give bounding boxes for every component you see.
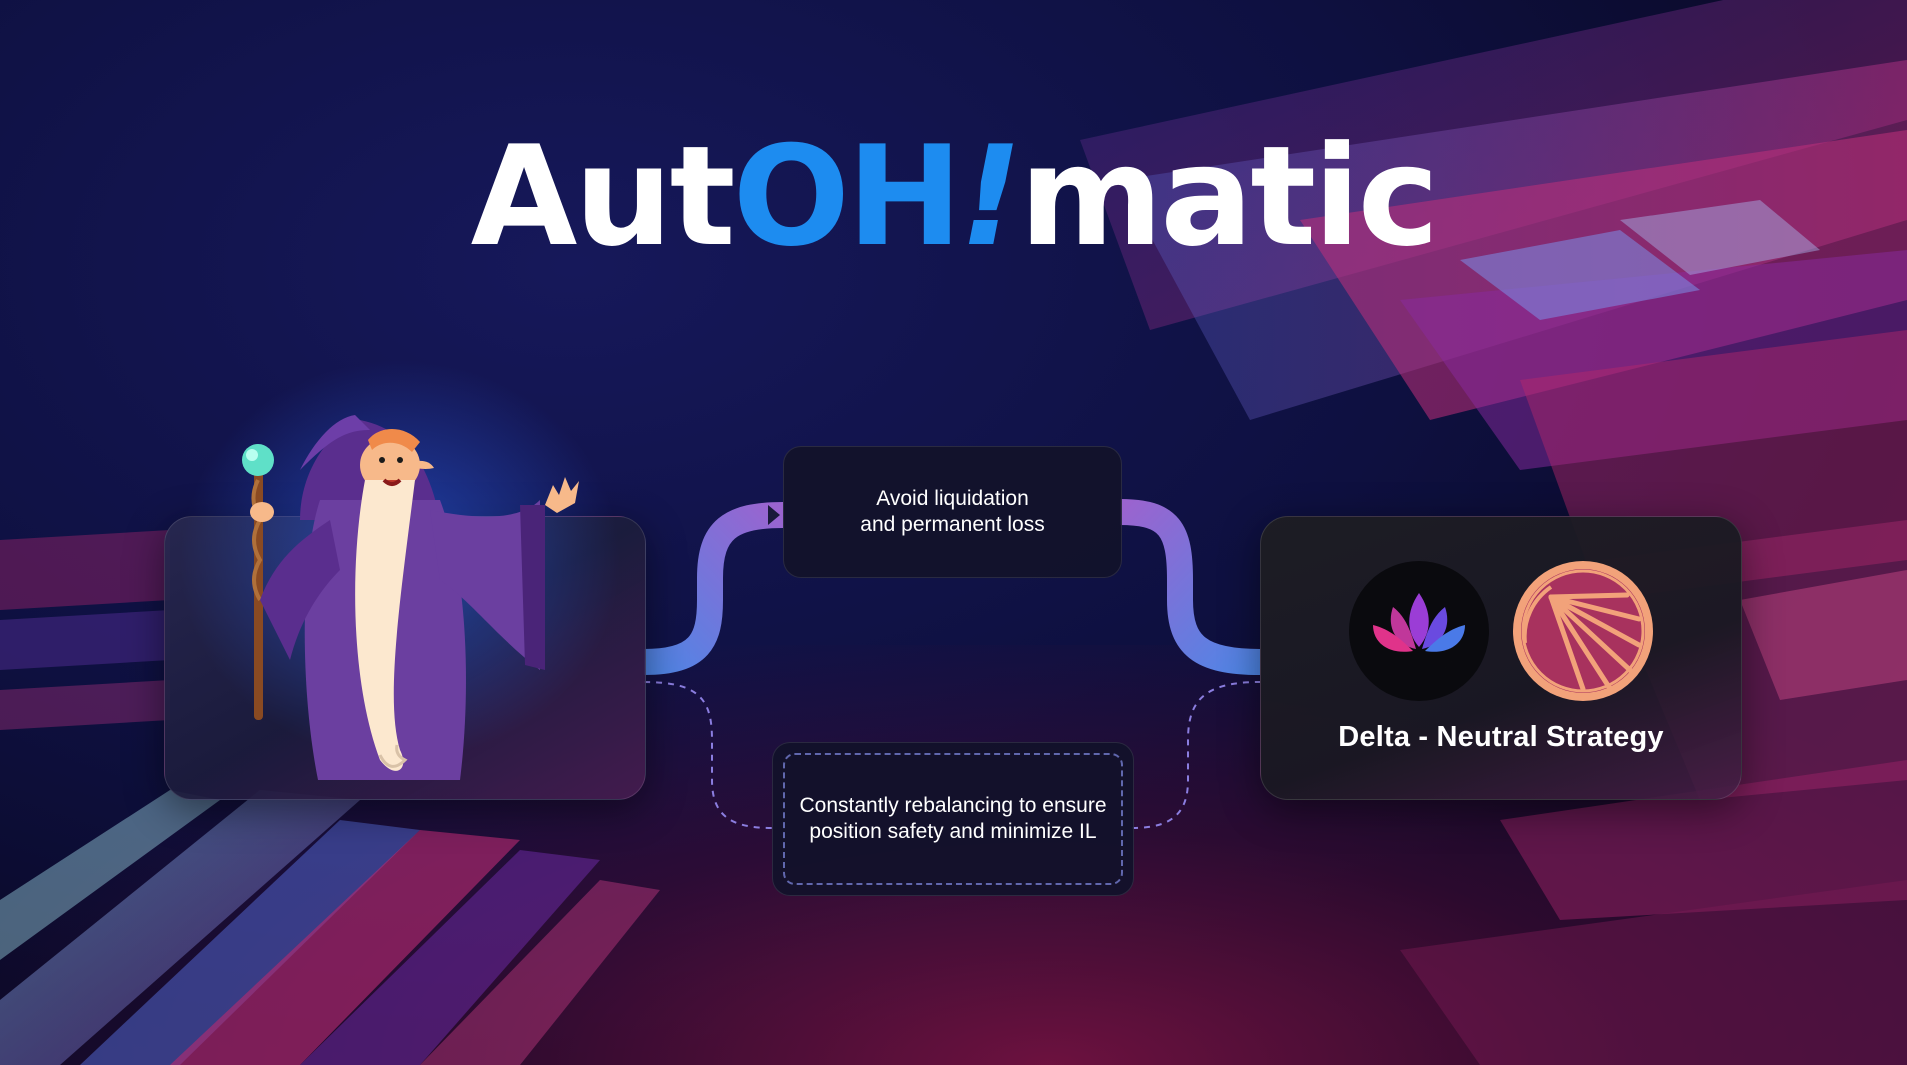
strategy-card: Delta - Neutral Strategy	[1260, 516, 1742, 800]
liquidation-text-line-1: Avoid liquidation	[876, 487, 1029, 510]
rebalancing-info-box: Constantly rebalancing to ensure positio…	[772, 742, 1134, 896]
liquidation-text-line-2: and permanent loss	[860, 513, 1045, 536]
liquidation-info-box: Avoid liquidation and permanent loss	[783, 446, 1122, 578]
strategy-label: Delta - Neutral Strategy	[1338, 721, 1664, 753]
rebalancing-text-line-1: Constantly rebalancing to ensure	[799, 794, 1107, 817]
rebalancing-text-line-2: position safety and minimize IL	[809, 820, 1097, 843]
lotus-moon-logo-icon	[1349, 561, 1489, 701]
sun-rays-logo-icon	[1513, 561, 1653, 701]
